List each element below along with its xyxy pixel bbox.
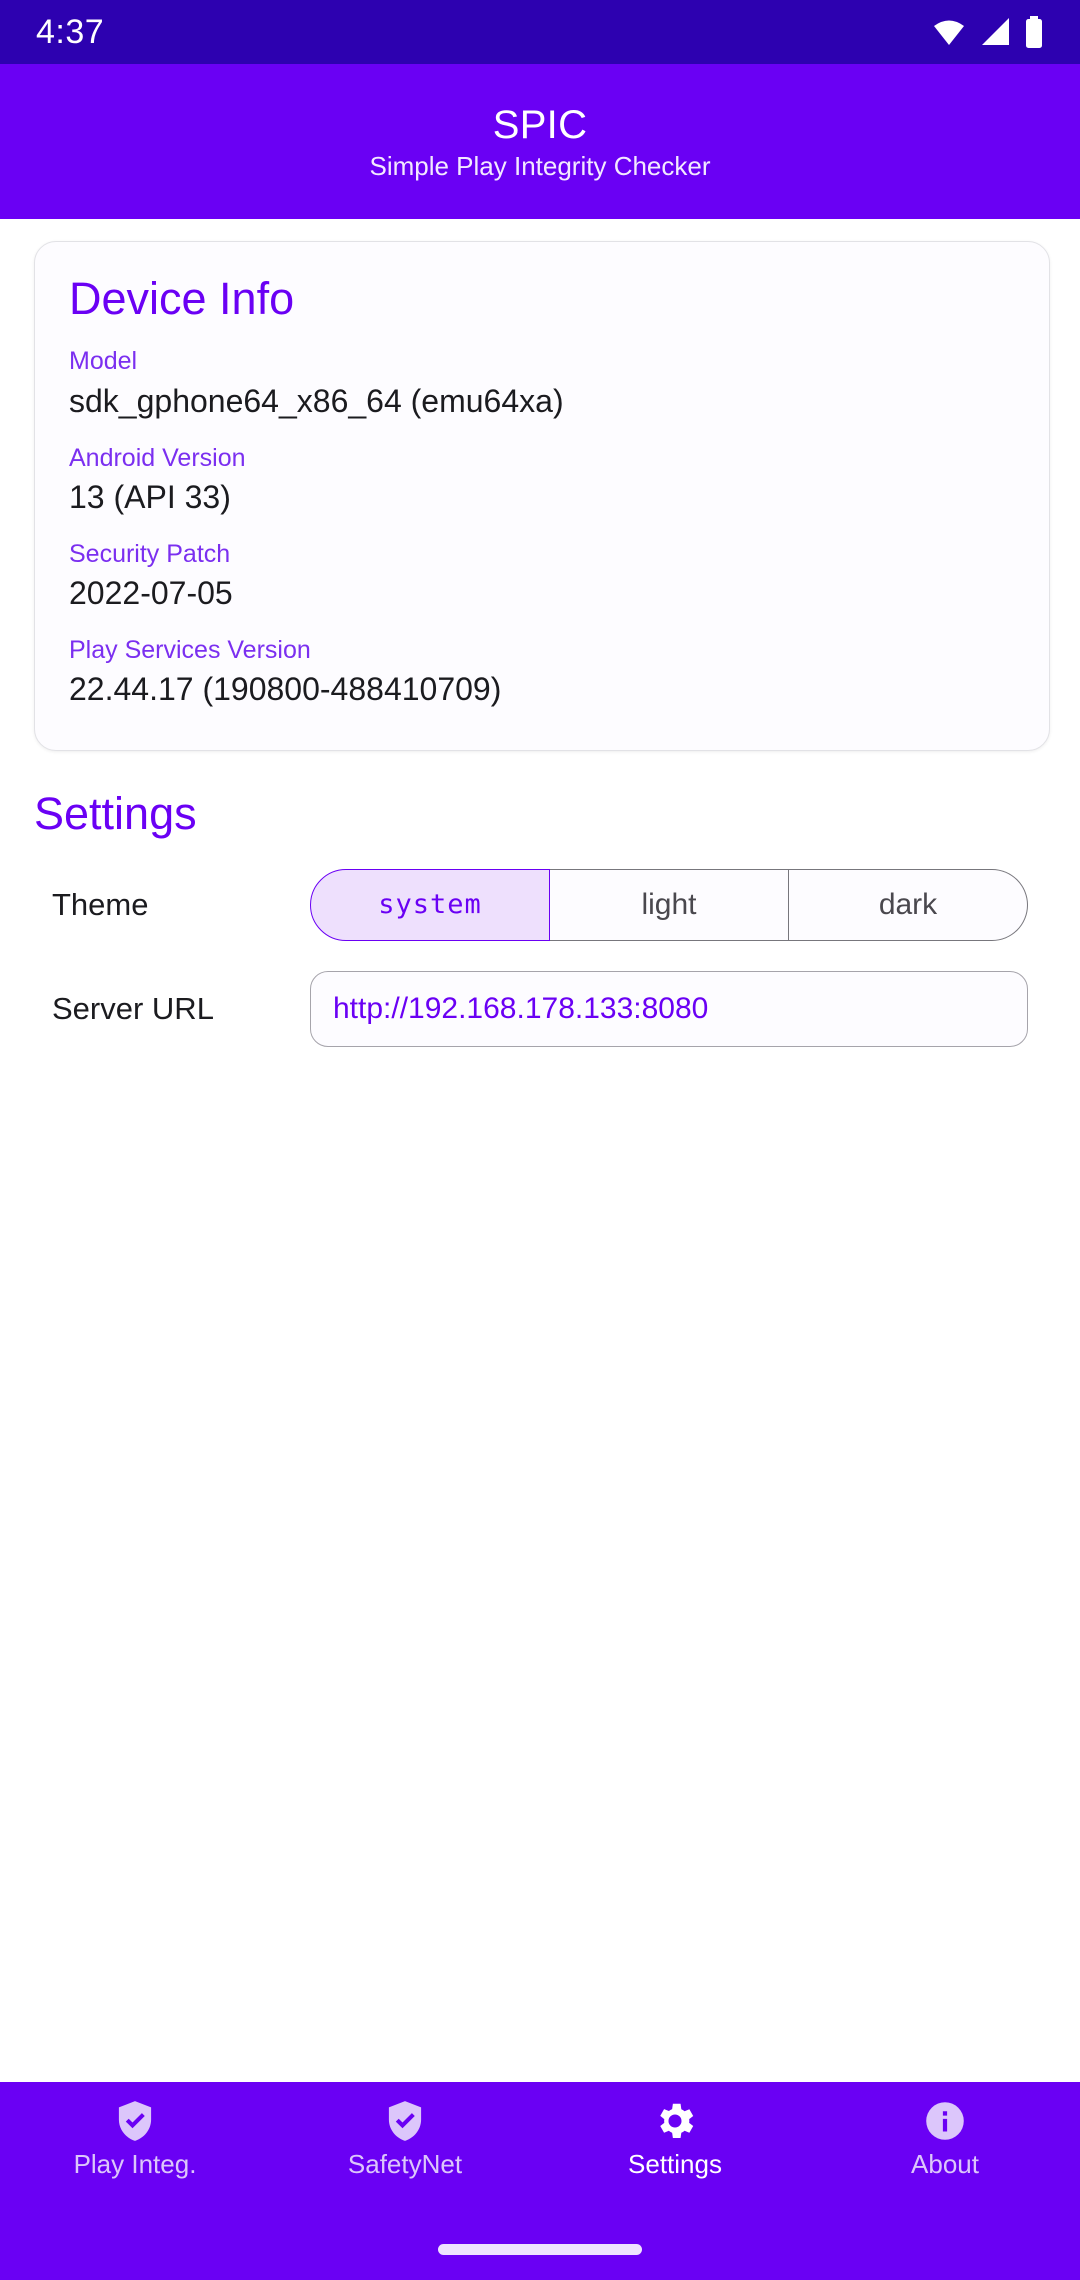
nav-item-about[interactable]: About — [810, 2098, 1080, 2179]
device-info-row-android-version: Android Version 13 (API 33) — [69, 443, 1015, 517]
status-bar: 4:37 — [0, 0, 1080, 64]
gesture-pill[interactable] — [438, 2243, 642, 2255]
app-bar: SPIC Simple Play Integrity Checker — [0, 64, 1080, 219]
info-circle-icon — [926, 2102, 964, 2140]
info-value: sdk_gphone64_x86_64 (emu64xa) — [69, 382, 564, 419]
server-url-label: Server URL — [52, 991, 214, 1027]
info-label: Security Patch — [69, 539, 231, 568]
cellular-signal-icon — [982, 18, 1009, 45]
status-icons — [932, 16, 1044, 48]
theme-option-light[interactable]: light — [550, 868, 789, 941]
device-info-row-play-services-version: Play Services Version 22.44.17 (190800-4… — [69, 635, 1015, 709]
nav-label: Play Integ. — [73, 2149, 197, 2179]
bottom-navigation-bar: Play Integ. SafetyNet Settings About — [0, 2082, 1080, 2218]
server-url-setting-row: Server URL http://192.168.178.133:8080 — [0, 970, 1080, 1047]
app-screen: 4:37 SPIC Simple Play Integrity Checker … — [0, 0, 1080, 2280]
info-value: 13 (API 33) — [69, 478, 231, 515]
theme-setting-row: Theme system light dark — [0, 868, 1080, 941]
server-url-input[interactable]: http://192.168.178.133:8080 — [310, 970, 1028, 1047]
wifi-icon — [934, 20, 964, 45]
shield-check-icon — [118, 2101, 152, 2141]
server-url-value: http://192.168.178.133:8080 — [333, 991, 709, 1025]
info-label: Model — [69, 347, 138, 376]
nav-label: About — [911, 2149, 979, 2179]
theme-option-dark[interactable]: dark — [789, 868, 1028, 941]
theme-option-system[interactable]: system — [310, 868, 550, 941]
nav-item-play-integrity[interactable]: Play Integ. — [0, 2098, 270, 2179]
info-label: Android Version — [69, 443, 246, 472]
info-value: 2022-07-05 — [69, 575, 233, 612]
nav-label: Settings — [628, 2149, 722, 2179]
settings-content-area: Device Info Model sdk_gphone64_x86_64 (e… — [0, 219, 1080, 2082]
battery-icon — [1026, 16, 1042, 48]
nav-label: SafetyNet — [347, 2149, 463, 2179]
shield-check-icon — [388, 2101, 422, 2141]
theme-segmented-control[interactable]: system light dark — [310, 868, 1028, 941]
device-info-title: Device Info — [69, 273, 295, 324]
gear-icon — [660, 2103, 694, 2139]
device-info-row-model: Model sdk_gphone64_x86_64 (emu64xa) — [69, 346, 1015, 420]
nav-item-settings[interactable]: Settings — [540, 2098, 810, 2179]
settings-section-title: Settings — [34, 787, 197, 839]
info-label: Play Services Version — [69, 636, 311, 665]
app-subtitle: Simple Play Integrity Checker — [369, 150, 711, 181]
device-info-card: Device Info Model sdk_gphone64_x86_64 (e… — [34, 241, 1050, 751]
nav-item-safetynet[interactable]: SafetyNet — [270, 2098, 540, 2179]
theme-label: Theme — [52, 887, 149, 923]
device-info-row-security-patch: Security Patch 2022-07-05 — [69, 539, 1015, 613]
status-clock: 4:37 — [36, 13, 105, 51]
app-title: SPIC — [492, 102, 588, 147]
gesture-navigation-bar — [0, 2218, 1080, 2280]
info-value: 22.44.17 (190800-488410709) — [69, 671, 502, 708]
